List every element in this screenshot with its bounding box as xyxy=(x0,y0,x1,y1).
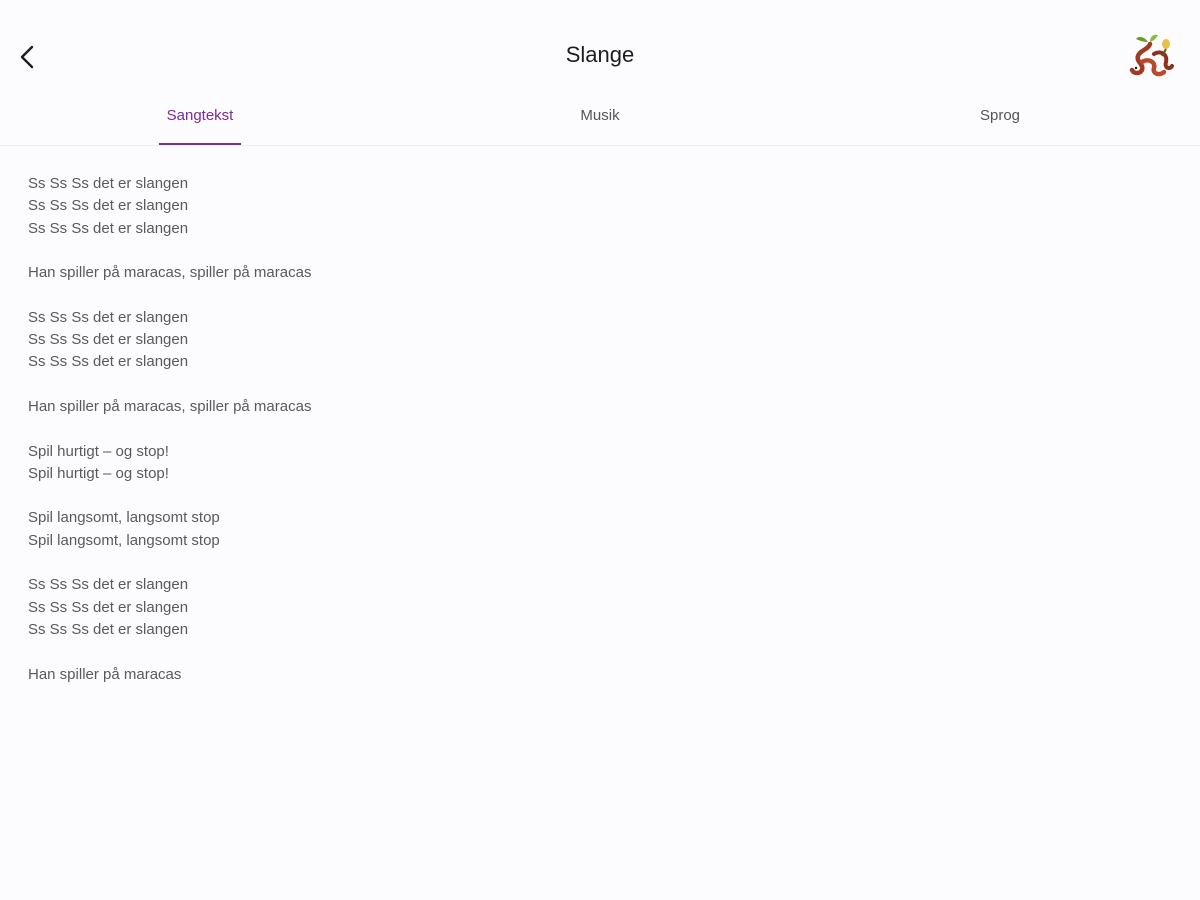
lyrics-line: Ss Ss Ss det er slangen xyxy=(28,576,189,594)
lyrics-stanza: Ss Ss Ss det er slangen Ss Ss Ss det er s… xyxy=(28,574,828,641)
tab-bar: Sangtekst Musik Sprog xyxy=(0,96,1200,146)
lyrics-stanza: Spil hurtigt – og stop! Spil hurtigt – og… xyxy=(28,441,828,486)
lyrics-line: Ss Ss Ss det er slangen xyxy=(28,331,189,349)
tab-sprog[interactable]: Sprog xyxy=(900,96,1100,146)
lyrics-line: Han spiller på maracas, spiller på marac… xyxy=(28,397,312,415)
lyrics-line: Ss Ss Ss det er slangen xyxy=(28,598,189,616)
lyrics-line: Spil langsomt, langsomt stop xyxy=(28,509,220,527)
lyrics-stanza: Han spiller på maracas xyxy=(28,664,828,686)
lyrics-line: Ss Ss Ss det er slangen xyxy=(28,175,189,192)
lyrics-line: Han spiller på maracas, spiller på marac… xyxy=(28,264,312,282)
snake-maracas-logo-icon xyxy=(1129,34,1174,77)
lyrics-line: Ss Ss Ss det er slangen xyxy=(28,197,189,215)
lyrics-line: Ss Ss Ss det er slangen xyxy=(28,308,189,326)
tab-label: Sprog xyxy=(979,107,1021,124)
lyrics-line: Ss Ss Ss det er slangen xyxy=(28,219,189,237)
page-title: Slange xyxy=(565,42,635,67)
tab-musik[interactable]: Musik xyxy=(500,96,700,146)
lyrics-stanza: Spil langsomt, langsomt stop Spil langsom… xyxy=(28,507,828,552)
lyrics-line: Ss Ss Ss det er slangen xyxy=(28,353,189,371)
tab-label: Sangtekst xyxy=(166,107,234,124)
lyrics-stanza: Han spiller på maracas, spiller på marac… xyxy=(28,396,828,418)
lyrics-line: Spil langsomt, langsomt stop xyxy=(28,531,220,549)
lyrics-line: Han spiller på maracas xyxy=(28,665,182,683)
song-screen: Slange Sangtekst Musik Sprog Ss Ss Ss de… xyxy=(0,0,1200,900)
lyrics-stanza: Ss Ss Ss det er slangen Ss Ss Ss det er s… xyxy=(28,307,828,374)
lyrics-line: Spil hurtigt – og stop! xyxy=(28,464,169,482)
tab-label: Musik xyxy=(580,107,620,124)
lyrics-stanza: Han spiller på maracas, spiller på marac… xyxy=(28,262,828,284)
lyrics-text: Ss Ss Ss det er slangen Ss Ss Ss det er s… xyxy=(28,173,828,708)
lyrics-line: Spil hurtigt – og stop! xyxy=(28,442,169,460)
tab-sangtekst[interactable]: Sangtekst xyxy=(100,96,300,146)
lyrics-stanza: Ss Ss Ss det er slangen Ss Ss Ss det er s… xyxy=(28,173,828,240)
active-tab-indicator xyxy=(159,143,241,145)
lyrics-line: Ss Ss Ss det er slangen xyxy=(28,620,189,638)
